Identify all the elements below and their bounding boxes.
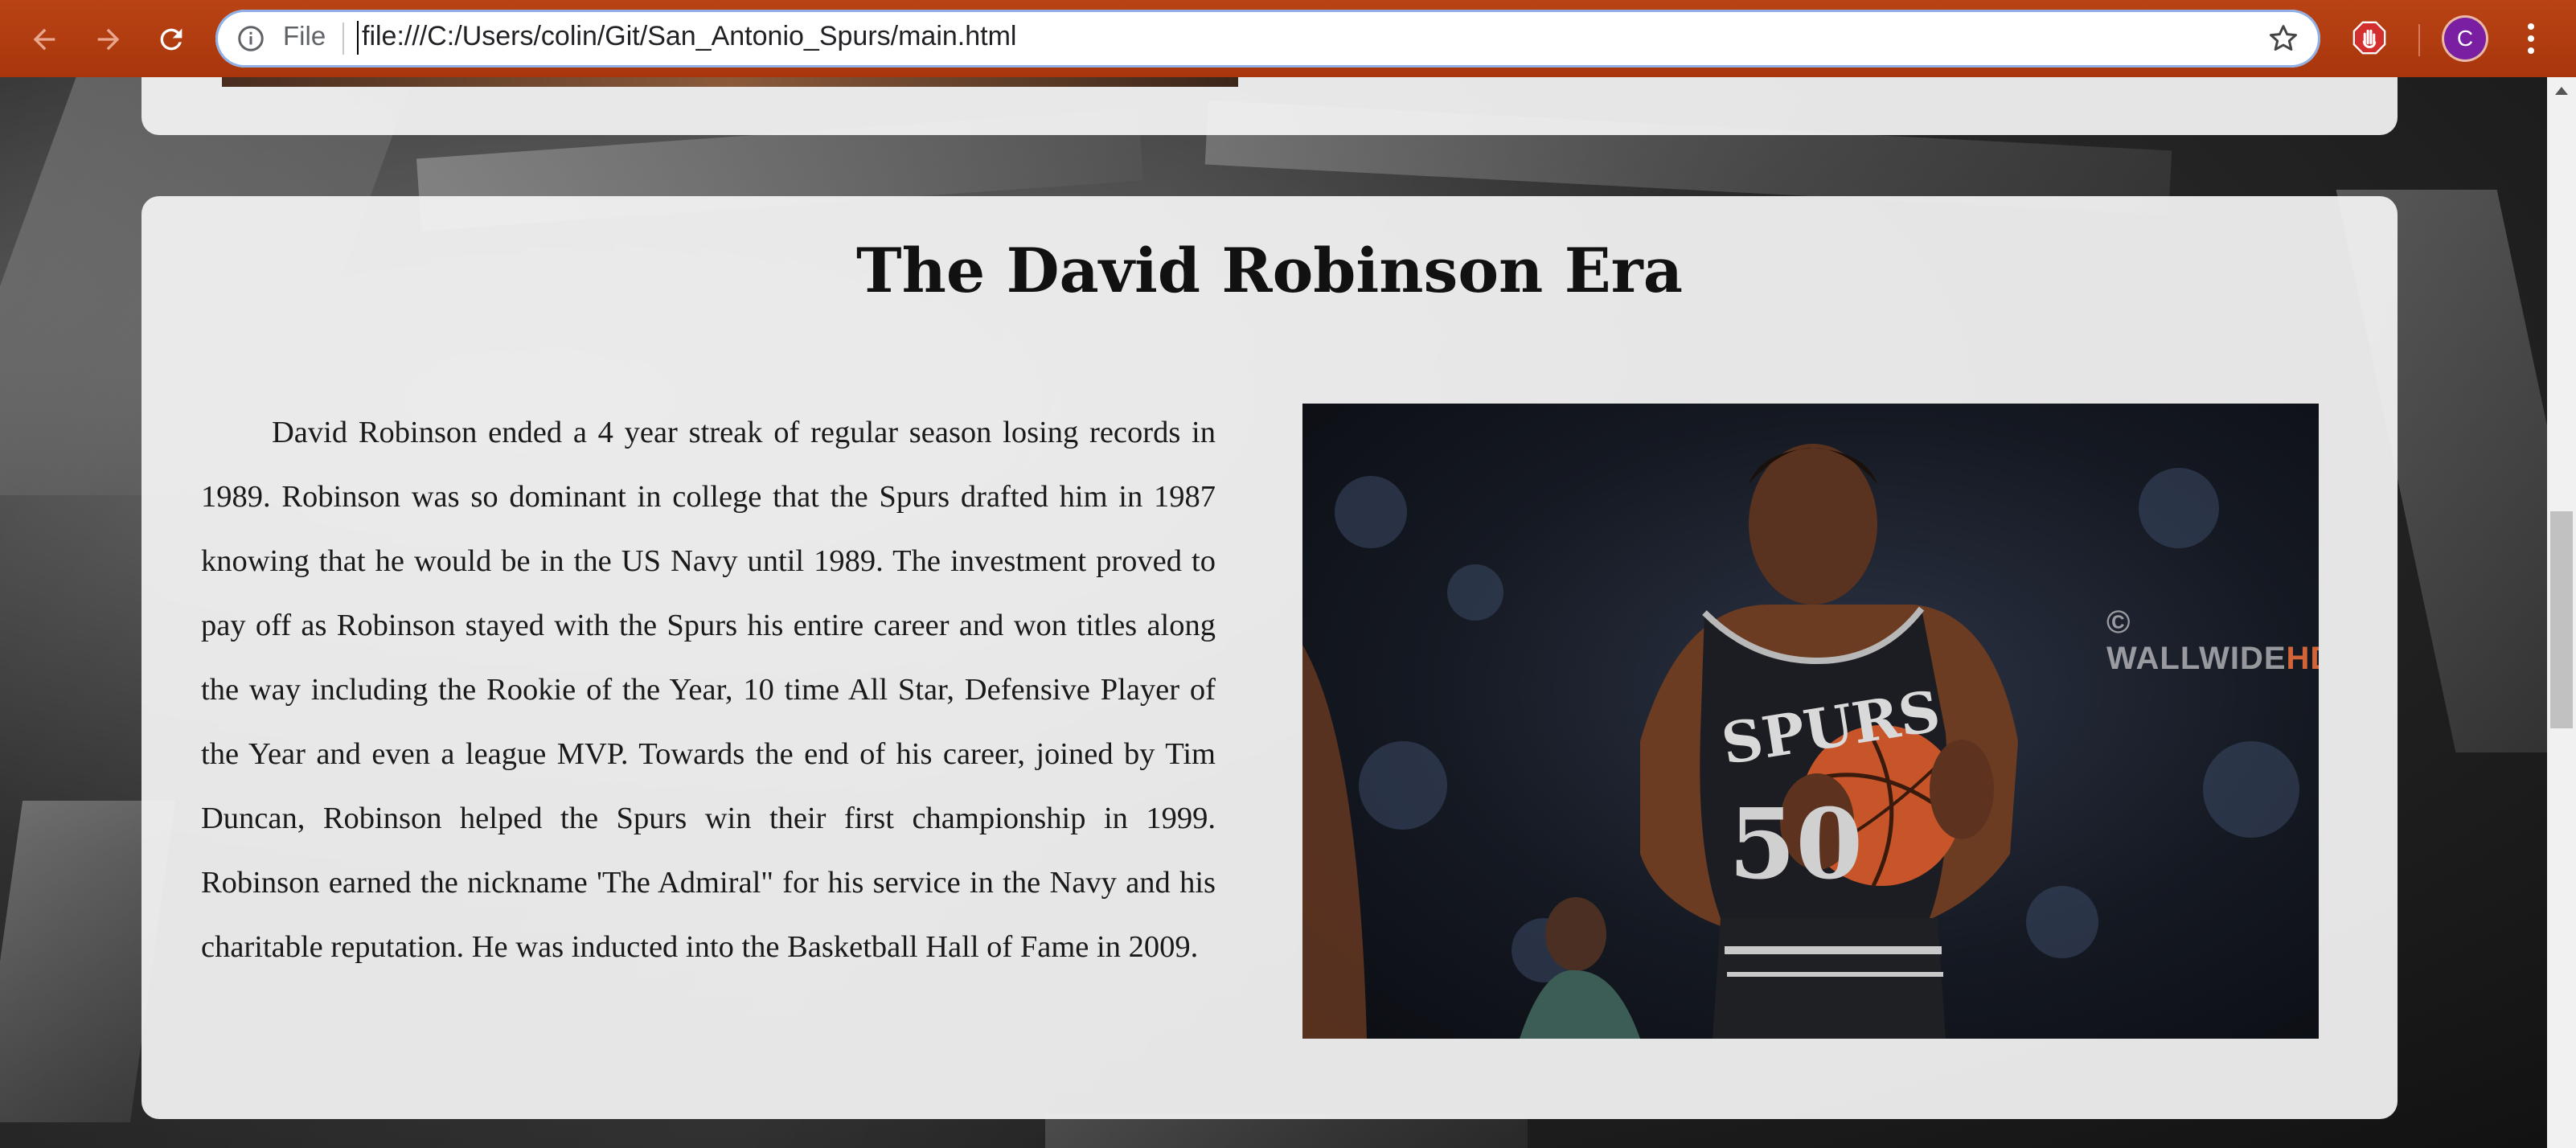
extension-button[interactable] (2349, 18, 2389, 58)
page-scrollbar[interactable] (2547, 77, 2576, 1148)
security-label[interactable]: File (283, 21, 326, 51)
reload-button[interactable] (151, 19, 191, 59)
arrow-right-icon (97, 28, 120, 51)
previous-section-card (142, 77, 2398, 135)
info-icon[interactable] (236, 24, 265, 53)
kebab-menu-icon[interactable] (2515, 18, 2547, 59)
david-robinson-section: The David Robinson Era David Robinson en… (142, 196, 2398, 1119)
url-text[interactable]: file:///C:/Users/colin/Git/San_Antonio_S… (362, 21, 1016, 52)
forward-button[interactable] (88, 19, 129, 59)
jersey-lettering: SPURS 50 (1717, 678, 1945, 901)
back-button[interactable] (24, 19, 64, 59)
browser-toolbar: File file:///C:/Users/colin/Git/San_Anto… (0, 0, 2576, 77)
text-cursor (357, 21, 359, 55)
omnibox-divider (343, 23, 344, 55)
previous-section-photo (222, 77, 1238, 87)
arrow-left-icon (33, 28, 55, 51)
scroll-up-arrow-icon[interactable] (2555, 87, 2568, 95)
hand-stop-icon (2352, 21, 2386, 55)
toolbar-divider (2418, 24, 2420, 56)
scrollbar-thumb[interactable] (2550, 511, 2573, 728)
address-bar[interactable]: File file:///C:/Users/colin/Git/San_Anto… (215, 10, 2320, 68)
background-shard (1045, 1114, 1528, 1148)
page-viewport: The David Robinson Era David Robinson en… (0, 77, 2547, 1148)
watermark-domain: HD.COM (2286, 641, 2319, 676)
reload-icon (160, 28, 183, 51)
jersey-number: 50 (1729, 788, 1863, 901)
profile-avatar[interactable]: C (2444, 18, 2486, 59)
photo-watermark: © WALLWIDEHD.COM (2106, 605, 2319, 677)
watermark-text: © WALLWIDE (2106, 605, 2287, 676)
star-icon[interactable] (2267, 23, 2299, 55)
david-robinson-photo: SPURS 50 © WALLWIDEHD.COM (1302, 404, 2319, 1039)
jersey-text: SPURS (1717, 678, 1945, 778)
section-title: The David Robinson Era (856, 235, 1683, 306)
section-body: David Robinson ended a 4 year streak of … (201, 416, 1216, 964)
